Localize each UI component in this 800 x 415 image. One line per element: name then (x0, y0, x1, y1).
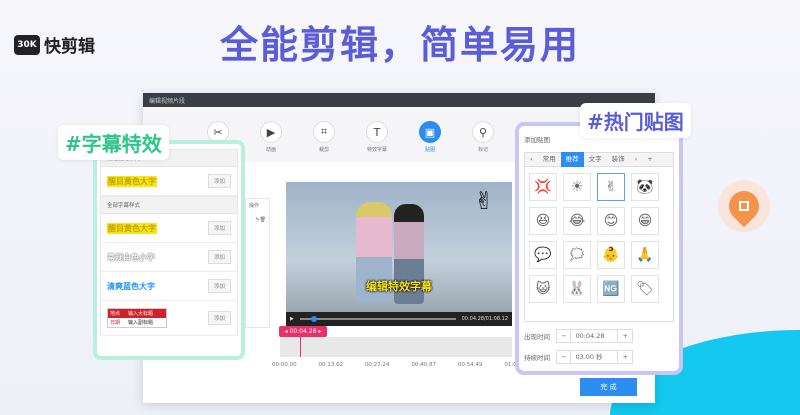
sticker-panel: 添加贴图 ‹ 常用 推荐 文字 装饰 › + 💢 ☀ ✌ 🐼 😆 😂 😊 😁 💬 🗯 👶 🙏 😺 🐰 🆖 🏷 出现时间 −… (515, 122, 683, 375)
sticker-item[interactable]: 👶 (597, 241, 625, 269)
sticker-item[interactable]: 😆 (529, 207, 557, 235)
sticker-item[interactable]: 😂 (563, 207, 591, 235)
image-icon: ▣ (419, 121, 441, 143)
timeline-tick: 00:27.24 (364, 362, 390, 368)
video-preview[interactable]: ✌ 编辑特效字幕 ▶ 00:04.28/01:08.12 (286, 182, 512, 326)
timeline-tick: 00:13.62 (318, 362, 344, 368)
playhead-line (300, 337, 301, 357)
timeline-tick: 00:40.87 (411, 362, 437, 368)
progress-knob[interactable] (310, 316, 317, 322)
style-row: 地点 输入大标题 日期 输入副标题 添加 (100, 301, 238, 336)
timeline-tick: 00:00.00 (272, 362, 297, 368)
template-text: 输入副标题 (128, 320, 154, 326)
window-title: 编辑视频片段 (143, 93, 655, 107)
field-label: 持续时间 (524, 354, 550, 362)
victory-sticker[interactable]: ✌ (474, 186, 494, 216)
minus-button[interactable]: − (557, 353, 570, 361)
tool-image[interactable]: ▣ 贴图 (417, 121, 443, 153)
sticker-item[interactable]: 🆖 (597, 275, 625, 303)
sticker-item[interactable]: 😺 (529, 275, 557, 303)
crop-icon: ⌗ (313, 121, 335, 143)
hot-stickers-tag: #热门贴图 (580, 103, 691, 138)
text-icon: T (366, 121, 388, 143)
style-preview: 常规白色小字 (107, 252, 155, 262)
tool-label: 特效字幕 (366, 147, 387, 153)
field-label: 出现时间 (524, 333, 550, 341)
duration-input[interactable]: 03.00 秒 (570, 351, 619, 363)
video-caption[interactable]: 编辑特效字幕 (286, 278, 512, 294)
sticker-tab[interactable]: 常用 (538, 152, 561, 167)
operation-header: 操作 (249, 203, 260, 209)
all-styles-header: 全部字幕样式 (100, 196, 238, 214)
add-button[interactable]: 添加 (207, 221, 231, 235)
tool-text[interactable]: T 特效字幕 (364, 121, 390, 153)
sticker-tab[interactable]: › (630, 152, 643, 167)
sticker-grid: 💢 ☀ ✌ 🐼 😆 😂 😊 😁 💬 🗯 👶 🙏 😺 🐰 🆖 🏷 (524, 167, 674, 322)
subtitle-effects-tag: #字幕特效 (58, 125, 169, 160)
style-row: 醒目黄色大字 添加 (100, 167, 238, 196)
play-icon[interactable]: ▶ (290, 316, 294, 322)
sticker-tab[interactable]: 文字 (584, 152, 607, 167)
tool-label: 标记 (477, 147, 488, 153)
operation-column: 操作 ✎🗑 (245, 198, 270, 328)
tool-crop[interactable]: ⌗ 裁剪 (311, 121, 337, 153)
plus-button[interactable]: + (618, 332, 631, 340)
add-button[interactable]: 添加 (207, 279, 231, 293)
title-template-preview: 地点 输入大标题 日期 输入副标题 (107, 308, 167, 328)
template-text: 地点 (108, 309, 126, 318)
sticker-item[interactable]: 🗯 (563, 241, 591, 269)
style-preview: 醒目黄色大字 (107, 222, 157, 234)
add-button[interactable]: 添加 (207, 250, 231, 264)
sticker-item[interactable]: 🏷 (631, 275, 659, 303)
player-controls: ▶ 00:04.28/01:08.12 (286, 312, 512, 326)
appear-time-input[interactable]: 00:04.28 (570, 330, 619, 342)
tool-pin[interactable]: ⚲ 标记 (470, 121, 496, 153)
animation-icon: ▶ (260, 121, 282, 143)
minus-button[interactable]: − (557, 332, 570, 340)
sticker-item[interactable]: 💢 (529, 173, 557, 201)
timeline-ticks: 00:00.00 00:13.62 00:27.24 00:40.87 00:54.49… (272, 362, 522, 368)
sticker-item[interactable]: 😁 (631, 207, 659, 235)
sticker-item[interactable]: 🙏 (631, 241, 659, 269)
tool-animation[interactable]: ▶ 动画 (258, 121, 284, 153)
edit-delete-icons[interactable]: ✎🗑 (249, 217, 266, 223)
template-text: 输入大标题 (126, 309, 166, 318)
sticker-item[interactable]: 💬 (529, 241, 557, 269)
sticker-item[interactable]: 😊 (597, 207, 625, 235)
style-row: 清爽蓝色大字 添加 (100, 272, 238, 301)
sticker-item[interactable]: ☀ (563, 173, 591, 201)
tool-label: 动画 (265, 147, 276, 153)
style-row: 醒目黄色大字 添加 (100, 214, 238, 243)
location-pin-icon (718, 180, 770, 232)
headline: 全能剪辑，简单易用 (219, 23, 580, 67)
sticker-tab[interactable]: ‹ (525, 152, 538, 167)
sticker-tab[interactable]: 装饰 (607, 152, 630, 167)
tool-label: 贴图 (424, 147, 435, 153)
sticker-item[interactable]: 🐰 (563, 275, 591, 303)
duration-field: 持续时间 −03.00 秒 + (524, 350, 674, 364)
progress-slider[interactable] (299, 316, 456, 322)
timeline-track[interactable] (280, 337, 512, 357)
template-text: 日期 (110, 320, 121, 326)
add-button[interactable]: 添加 (207, 311, 231, 325)
add-button[interactable]: 添加 (207, 174, 231, 188)
appear-time-field: 出现时间 −00:04.28 + (524, 329, 674, 343)
playhead-marker[interactable]: ◂ 00:04.28 ▸ (279, 326, 327, 337)
style-preview: 清爽蓝色大字 (107, 281, 155, 291)
tool-label: 裁剪 (318, 147, 329, 153)
style-preview: 醒目黄色大字 (107, 175, 157, 187)
sticker-item[interactable]: ✌ (597, 173, 625, 201)
sticker-tab[interactable]: + (642, 152, 657, 167)
style-row: 常规白色小字 添加 (100, 243, 238, 272)
sticker-tabs: ‹ 常用 推荐 文字 装饰 › + (524, 152, 674, 167)
timeline-tick: 00:54.49 (457, 362, 483, 368)
subtitle-style-panel: 最近使用样式 醒目黄色大字添加 全部字幕样式 醒目黄色大字添加 常规白色小字添加… (93, 140, 245, 360)
pin-icon: ⚲ (472, 121, 494, 143)
sticker-tab[interactable]: 推荐 (560, 152, 584, 167)
sticker-item[interactable]: 🐼 (631, 173, 659, 201)
done-button[interactable]: 完 成 (580, 378, 637, 396)
plus-button[interactable]: + (618, 353, 631, 361)
time-readout: 00:04.28/01:08.12 (461, 316, 508, 322)
